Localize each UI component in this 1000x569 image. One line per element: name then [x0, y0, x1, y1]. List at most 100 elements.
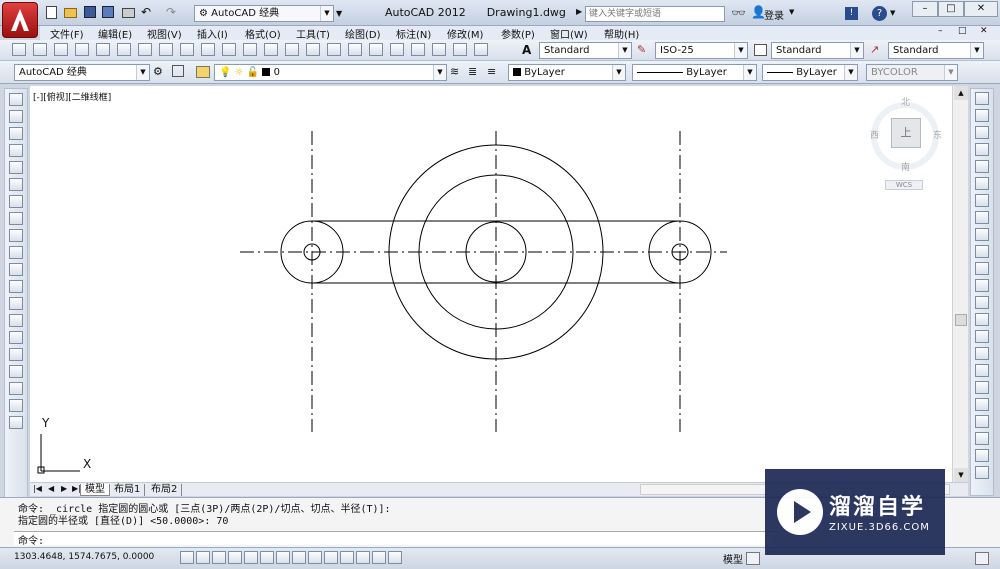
- redo-icon[interactable]: ↷: [166, 5, 176, 19]
- polyline-icon[interactable]: [9, 127, 23, 140]
- selection-cycling-button[interactable]: [388, 551, 402, 564]
- compass-east[interactable]: 东: [933, 128, 942, 141]
- doc-minimize-button[interactable]: –: [938, 26, 943, 36]
- rectangle-icon[interactable]: [9, 161, 23, 174]
- exchange-icon[interactable]: !: [845, 7, 858, 20]
- color-dropdown[interactable]: ByLayer ▼: [508, 64, 626, 81]
- compass-south[interactable]: 南: [901, 160, 910, 173]
- mirror-icon[interactable]: [975, 126, 989, 139]
- model-button[interactable]: 模型: [723, 551, 743, 566]
- array-icon[interactable]: [975, 160, 989, 173]
- workspace-settings-icon[interactable]: ⚙: [153, 65, 163, 78]
- menu-window[interactable]: 窗口(W): [550, 26, 588, 41]
- markup-icon[interactable]: [432, 43, 446, 56]
- make-current-layer-icon[interactable]: ≋: [450, 65, 459, 78]
- scale-icon[interactable]: [975, 211, 989, 224]
- dynamic-input-button[interactable]: [324, 551, 338, 564]
- save-icon[interactable]: [54, 43, 68, 56]
- copy-object-icon[interactable]: [975, 109, 989, 122]
- chamfer-icon[interactable]: [975, 330, 989, 343]
- ortho-mode-button[interactable]: [228, 551, 242, 564]
- linetype-dropdown[interactable]: ByLayer ▼: [632, 64, 757, 81]
- drawing-canvas[interactable]: [-][俯视][二维线框] Y X 北 西 东 南 上 WCS: [30, 86, 968, 482]
- design-center-icon[interactable]: [369, 43, 383, 56]
- menu-file[interactable]: 文件(F): [50, 26, 84, 41]
- wcs-menu[interactable]: WCS: [885, 180, 923, 190]
- dim-style-dropdown[interactable]: ISO-25 ▼: [655, 42, 748, 59]
- rotate-icon[interactable]: [975, 194, 989, 207]
- clean-screen-icon[interactable]: [975, 552, 989, 565]
- undo-icon[interactable]: ↶: [141, 5, 151, 19]
- print-icon[interactable]: [75, 43, 89, 56]
- menu-modify[interactable]: 修改(M): [447, 26, 483, 41]
- close-button[interactable]: ✕: [964, 1, 998, 17]
- restore-button[interactable]: □: [938, 1, 964, 17]
- login-dropdown-icon[interactable]: ▼: [789, 8, 794, 16]
- save-icon[interactable]: [84, 6, 96, 18]
- zoom-window-icon[interactable]: [306, 43, 320, 56]
- help-dropdown-icon[interactable]: ▼: [890, 9, 895, 17]
- help-icon[interactable]: [474, 43, 488, 56]
- region-icon[interactable]: [9, 365, 23, 378]
- plotstyle-dropdown[interactable]: BYCOLOR ▼: [866, 64, 958, 81]
- menu-draw[interactable]: 绘图(D): [345, 26, 381, 41]
- menu-edit[interactable]: 编辑(E): [98, 26, 132, 41]
- layer-state-icon[interactable]: ≡: [487, 65, 496, 78]
- tab-layout2[interactable]: 布局2: [147, 484, 183, 496]
- layer-previous-icon[interactable]: ≣: [468, 65, 477, 78]
- search-expand-icon[interactable]: ▶: [576, 7, 582, 16]
- polygon-icon[interactable]: [9, 144, 23, 157]
- viewcube[interactable]: 北 西 东 南 上 WCS: [865, 90, 945, 190]
- plot-preview-icon[interactable]: [96, 43, 110, 56]
- text-style-dropdown[interactable]: Standard ▼: [539, 42, 632, 59]
- menu-dimension[interactable]: 标注(N): [396, 26, 431, 41]
- ellipse-icon[interactable]: [9, 246, 23, 259]
- spline-icon[interactable]: [9, 229, 23, 242]
- fillet-icon[interactable]: [975, 347, 989, 360]
- 3d-osnap-button[interactable]: [276, 551, 290, 564]
- help-icon[interactable]: ?: [872, 6, 887, 21]
- open-file-icon[interactable]: [64, 8, 77, 18]
- compass-west[interactable]: 西: [870, 128, 879, 141]
- doc-close-button[interactable]: ✕: [980, 26, 988, 36]
- draworder-above-icon[interactable]: [975, 432, 989, 445]
- new-icon[interactable]: [12, 43, 26, 56]
- erase-icon[interactable]: [975, 92, 989, 105]
- viewcube-top-face[interactable]: 上: [891, 118, 921, 148]
- construction-line-icon[interactable]: [9, 110, 23, 123]
- table-style-dropdown[interactable]: Standard ▼: [771, 42, 864, 59]
- dynamic-ucs-button[interactable]: [308, 551, 322, 564]
- properties-icon[interactable]: [348, 43, 362, 56]
- menu-insert[interactable]: 插入(I): [197, 26, 228, 41]
- compass-north[interactable]: 北: [901, 95, 910, 108]
- publish-icon[interactable]: [117, 43, 131, 56]
- cut-icon[interactable]: [138, 43, 152, 56]
- pan-icon[interactable]: [264, 43, 278, 56]
- scroll-down-button[interactable]: ▼: [954, 468, 968, 482]
- layer-dropdown[interactable]: 💡 ☼ 🔓 0 ▼: [214, 64, 447, 81]
- extend-icon[interactable]: [975, 262, 989, 275]
- copy-icon[interactable]: [159, 43, 173, 56]
- undo-icon[interactable]: [222, 43, 236, 56]
- workspace-combo[interactable]: AutoCAD 经典 ▼: [14, 64, 150, 81]
- redo-icon[interactable]: [243, 43, 257, 56]
- first-tab-button[interactable]: |◀: [33, 484, 42, 493]
- trim-icon[interactable]: [975, 245, 989, 258]
- workspace-dropdown[interactable]: ⚙ AutoCAD 经典 ▼: [194, 5, 334, 22]
- object-snap-button[interactable]: [260, 551, 274, 564]
- quick-properties-button[interactable]: [372, 551, 386, 564]
- revision-cloud-icon[interactable]: [9, 212, 23, 225]
- menu-format[interactable]: 格式(O): [245, 26, 281, 41]
- vertical-scrollbar[interactable]: ▲ ▼: [952, 86, 968, 482]
- break-icon[interactable]: [975, 296, 989, 309]
- login-link[interactable]: 登录: [764, 7, 784, 22]
- break-at-point-icon[interactable]: [975, 279, 989, 292]
- line-icon[interactable]: [9, 93, 23, 106]
- table-icon[interactable]: [9, 382, 23, 395]
- grid-display-button[interactable]: [212, 551, 226, 564]
- blend-curves-icon[interactable]: [975, 364, 989, 377]
- doc-restore-button[interactable]: □: [958, 26, 967, 36]
- binoculars-icon[interactable]: 👓: [731, 6, 746, 20]
- save-as-icon[interactable]: [102, 6, 114, 18]
- transparency-button[interactable]: [356, 551, 370, 564]
